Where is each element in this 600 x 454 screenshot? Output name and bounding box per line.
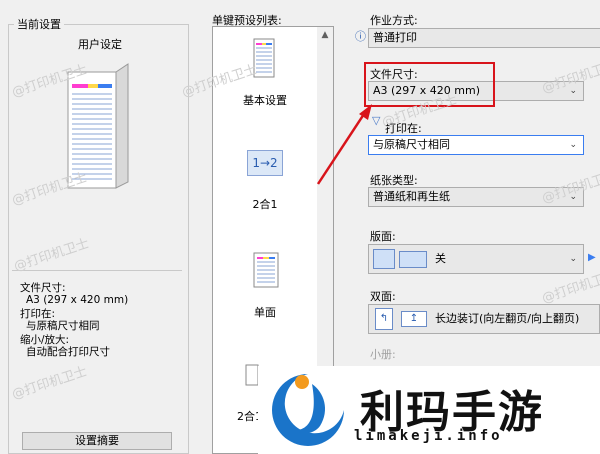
info-icon: ⓘ bbox=[355, 30, 366, 43]
booklet-label: 小册: bbox=[370, 348, 396, 361]
summary-paper-size-label: 文件尺寸: bbox=[20, 282, 66, 294]
play-icon[interactable]: ▶ bbox=[588, 252, 596, 263]
logo-icon bbox=[270, 372, 346, 448]
chevron-down-icon: ⌄ bbox=[569, 254, 577, 264]
job-type-label: 作业方式: bbox=[370, 14, 418, 27]
preset-item-label: 2合1 bbox=[252, 198, 278, 211]
preset-item-2in1[interactable]: 1→2 2合1 bbox=[215, 144, 315, 214]
layout-value: 关 bbox=[435, 252, 446, 265]
print-on-value: 与原稿尺寸相同 bbox=[373, 138, 450, 151]
left-divider bbox=[12, 270, 182, 271]
summary-scale-value: 自动配合打印尺寸 bbox=[26, 346, 110, 358]
summary-print-on-label: 打印在: bbox=[20, 308, 56, 320]
duplex-value: 长边装订(向左翻页/向上翻页) bbox=[435, 312, 580, 325]
scroll-up-icon[interactable]: ▲ bbox=[317, 27, 333, 43]
layout-portrait-icon bbox=[373, 249, 395, 269]
summary-scale-label: 缩小/放大: bbox=[20, 334, 70, 346]
summary-paper-size-value: A3 (297 x 420 mm) bbox=[26, 294, 129, 306]
preset-item-single[interactable]: 单面 bbox=[215, 248, 315, 324]
document-icon bbox=[245, 364, 259, 386]
preview-title: 用户设定 bbox=[78, 38, 122, 51]
two-in-one-icon: 1→2 bbox=[247, 150, 283, 176]
layout-select[interactable]: 关 ⌄ bbox=[368, 244, 584, 274]
layout-landscape-icon bbox=[399, 251, 427, 268]
duplex-left-icon: ↰ bbox=[375, 308, 393, 330]
duplex-up-icon: ↥ bbox=[401, 311, 427, 327]
duplex-label: 双面: bbox=[370, 290, 396, 303]
settings-summary-button[interactable]: 设置摘要 bbox=[22, 432, 172, 450]
preset-item-label: 单面 bbox=[254, 306, 276, 319]
red-arrow-annotation bbox=[316, 104, 372, 185]
paper-type-value: 普通纸和再生纸 bbox=[373, 190, 450, 203]
chevron-down-icon: ⌄ bbox=[569, 140, 577, 150]
single-side-icon bbox=[253, 252, 279, 288]
logo-url: limakeji.info bbox=[354, 428, 503, 444]
duplex-select[interactable]: ↰ ↥ 长边装订(向左翻页/向上翻页) bbox=[368, 304, 600, 334]
print-on-select[interactable]: 与原稿尺寸相同 ⌄ bbox=[368, 135, 584, 155]
summary-print-on-value: 与原稿尺寸相同 bbox=[26, 320, 100, 332]
job-type-field[interactable]: 普通打印 bbox=[368, 28, 600, 48]
preset-item-label: 基本设置 bbox=[243, 94, 287, 107]
current-settings-legend: 当前设置 bbox=[14, 16, 64, 32]
layout-label: 版面: bbox=[370, 230, 396, 243]
